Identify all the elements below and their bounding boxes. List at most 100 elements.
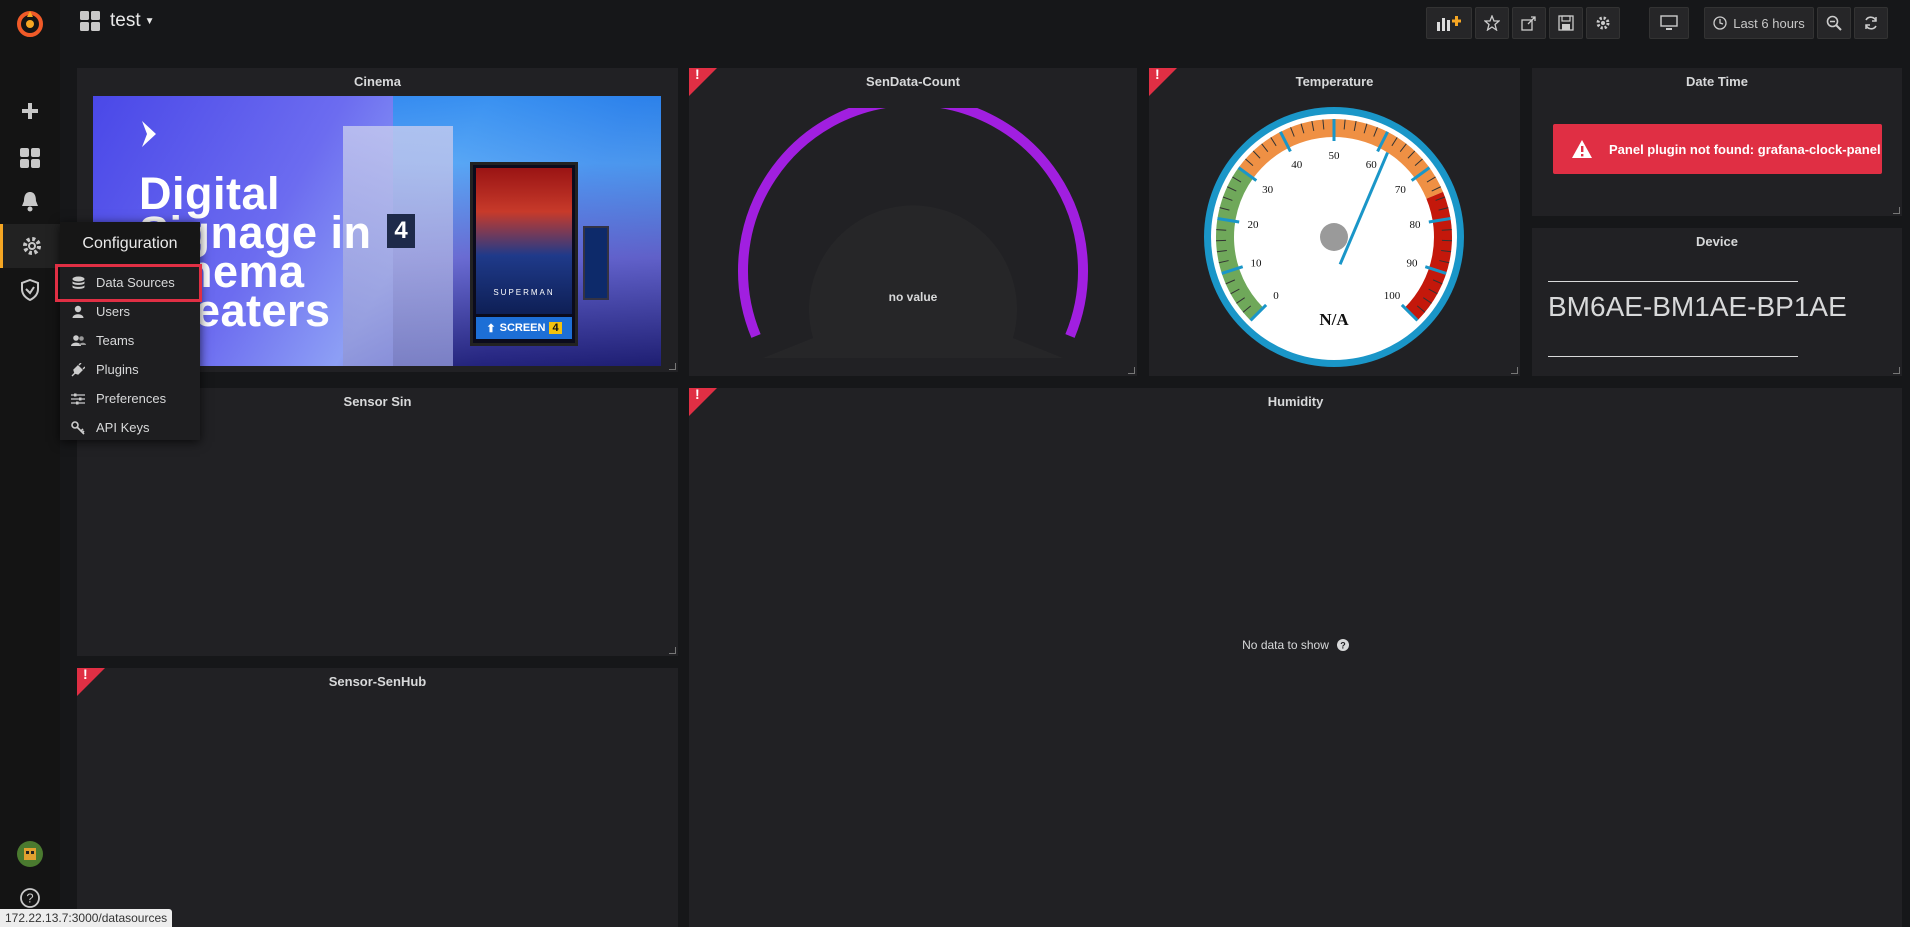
panel-title[interactable]: Date Time: [1532, 74, 1902, 89]
text-rule: [1548, 356, 1798, 357]
share-dashboard-button[interactable]: [1512, 7, 1546, 39]
gauge-arc: [738, 108, 1088, 358]
gauge-tick-label: 90: [1406, 257, 1418, 269]
sliders-icon: [70, 393, 86, 405]
menu-item-teams[interactable]: Teams: [60, 326, 200, 355]
star-icon: [1484, 15, 1500, 31]
menu-item-api-keys[interactable]: API Keys: [60, 413, 200, 442]
save-floppy-icon: [1558, 15, 1574, 31]
panel-sensor-senhub: ! Sensor-SenHub: [77, 666, 678, 927]
menu-item-preferences[interactable]: Preferences: [60, 384, 200, 413]
dashboard-settings-button[interactable]: [1586, 7, 1620, 39]
refresh-icon: [1865, 16, 1877, 30]
plugin-error-text: Panel plugin not found: grafana-clock-pa…: [1609, 141, 1881, 157]
gauge-tick-label: 10: [1251, 257, 1263, 269]
monitor-icon: [1660, 15, 1678, 30]
user-icon: [70, 305, 86, 318]
panel-device: Device BM6AE-BM1AE-BP1AE: [1532, 228, 1902, 376]
menu-item-label: Plugins: [96, 362, 139, 377]
panel-title[interactable]: Cinema: [77, 74, 678, 89]
users-icon: [70, 334, 86, 347]
brand-chevron-icon: [142, 121, 156, 147]
screen-number: 4: [549, 322, 562, 334]
dashboard-grid-icon: [80, 11, 100, 31]
screen-number-sign: 4: [387, 214, 415, 248]
dashboard-navbar: test ▼ Last 6 hours: [60, 0, 1910, 46]
screen-sign: ⬆ SCREEN 4: [476, 317, 572, 339]
no-data-text: No data to show: [1242, 638, 1329, 652]
gauge-reading: N/A: [1319, 310, 1349, 329]
gauge-tick-label: 70: [1395, 184, 1407, 196]
side-poster: [583, 226, 609, 300]
menu-item-plugins[interactable]: Plugins: [60, 355, 200, 384]
time-picker-button[interactable]: Last 6 hours: [1704, 7, 1814, 39]
panel-title[interactable]: Temperature: [1149, 74, 1520, 89]
grafana-logo-icon[interactable]: [0, 2, 60, 46]
panel-title[interactable]: SenData-Count: [689, 74, 1137, 89]
poster-title: SUPERMAN: [493, 288, 555, 297]
gauge-pivot: [1320, 223, 1348, 251]
panel-title[interactable]: Humidity: [689, 394, 1902, 409]
dashboard-title: test: [110, 10, 141, 31]
plugin-error-alert: Panel plugin not found: grafana-clock-pa…: [1553, 124, 1882, 174]
arrow-up-icon: ⬆: [486, 322, 496, 335]
poster-kiosk: SUPERMAN ⬆ SCREEN 4: [470, 162, 578, 346]
server-admin-shield-icon[interactable]: [0, 268, 60, 312]
panel-title[interactable]: Device: [1532, 234, 1902, 249]
resize-handle[interactable]: [1893, 207, 1900, 214]
svg-text:?: ?: [1340, 641, 1346, 651]
share-icon: [1521, 16, 1536, 31]
cycle-view-mode-button[interactable]: [1649, 7, 1689, 39]
menu-item-label: Teams: [96, 333, 135, 348]
add-panel-button[interactable]: [1426, 7, 1472, 39]
gauge-tick: [1216, 229, 1227, 231]
resize-handle[interactable]: [1893, 367, 1900, 374]
panel-title[interactable]: Sensor-SenHub: [77, 674, 678, 689]
resize-handle[interactable]: [1511, 367, 1518, 374]
key-icon: [70, 420, 86, 435]
refresh-button[interactable]: [1854, 7, 1888, 39]
temperature-dial-gauge: 0 10 20 30 40 50 60 70 80 90 100 N/A: [1204, 107, 1464, 367]
zoom-out-button[interactable]: [1817, 7, 1851, 39]
menu-item-label: Users: [96, 304, 130, 319]
cog-icon: [1596, 16, 1610, 30]
text-rule: [1548, 281, 1798, 282]
gauge-tick: [1441, 229, 1452, 231]
side-menu: ?: [0, 0, 60, 927]
zoom-out-icon: [1826, 15, 1842, 31]
browser-status-url: 172.22.13.7:3000/datasources: [0, 909, 173, 927]
superman-poster: SUPERMAN: [476, 168, 572, 314]
caret-down-icon: ▼: [144, 15, 155, 27]
resize-handle[interactable]: [669, 647, 676, 654]
menu-item-label: Preferences: [96, 391, 167, 406]
create-plus-icon[interactable]: [0, 89, 60, 133]
alerting-bell-icon[interactable]: [0, 179, 60, 223]
resize-handle[interactable]: [669, 363, 676, 370]
panel-humidity: ! Humidity No data to show ?: [689, 386, 1902, 927]
device-id-text: BM6AE-BM1AE-BP1AE: [1548, 291, 1847, 322]
star-dashboard-button[interactable]: [1475, 7, 1509, 39]
time-range-label: Last 6 hours: [1733, 15, 1805, 31]
warning-triangle-icon: [1572, 140, 1592, 158]
resize-handle[interactable]: [1128, 367, 1135, 374]
help-circle-icon[interactable]: ?: [1336, 639, 1349, 651]
dashboards-icon[interactable]: [0, 136, 60, 180]
panel-temperature: ! Temperature 0 10 20 30 40 50 60 70 80 90 100 N/A: [1149, 66, 1520, 376]
gauge-tick-label: 60: [1366, 159, 1378, 171]
gauge-tick-label: 40: [1291, 159, 1303, 171]
add-panel-icon: [1437, 16, 1461, 31]
no-data-message: No data to show ?: [689, 638, 1902, 652]
gauge-tick-label: 80: [1409, 219, 1421, 231]
configuration-menu-title[interactable]: Configuration: [60, 222, 200, 266]
save-dashboard-button[interactable]: [1549, 7, 1583, 39]
configuration-gear-icon[interactable]: [0, 224, 60, 268]
gauge-tick-label: 20: [1248, 219, 1260, 231]
plug-icon: [70, 362, 86, 377]
dashboard-picker[interactable]: test ▼: [80, 10, 155, 32]
menu-item-label: API Keys: [96, 420, 150, 435]
screen-label: SCREEN: [499, 322, 546, 334]
panel-sendata-count: ! SenData-Count no value: [689, 66, 1137, 376]
user-avatar[interactable]: [0, 832, 60, 876]
gauge-tick-label: 30: [1262, 184, 1274, 196]
gauge-tick-label: 50: [1329, 150, 1341, 162]
